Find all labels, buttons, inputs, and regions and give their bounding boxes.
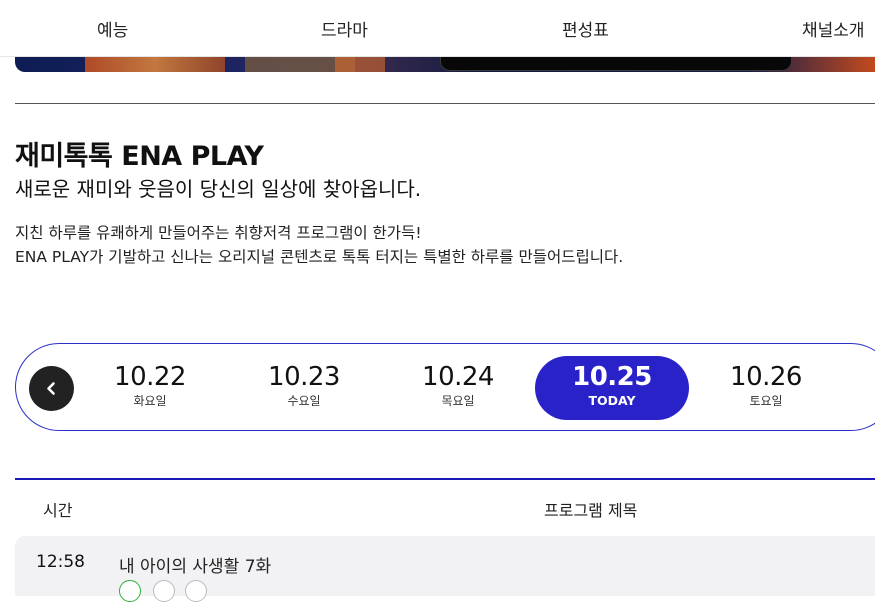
column-header-time: 시간 — [43, 501, 73, 520]
top-nav: 예능 드라마 편성표 채널소개 — [0, 0, 875, 56]
date-label: 10.26 — [730, 362, 802, 392]
channel-title: 재미톡톡 ENA PLAY — [15, 141, 264, 172]
channel-description-line-2: ENA PLAY가 기발하고 신나는 오리지널 콘텐츠로 톡톡 터지는 특별한 … — [15, 248, 624, 266]
date-label: 10.25 — [572, 362, 652, 392]
weekday-label: 목요일 — [441, 394, 475, 408]
nav-item-drama[interactable]: 드라마 — [321, 16, 368, 41]
weekday-label: 토요일 — [749, 394, 783, 408]
date-label: 10.22 — [114, 362, 186, 392]
hero-banner-image — [15, 57, 875, 72]
hd-badge-icon — [185, 580, 207, 602]
caption-badge-icon — [153, 580, 175, 602]
rating-badge-icon — [119, 580, 141, 602]
prev-date-button[interactable] — [29, 366, 74, 411]
weekday-label: 수요일 — [287, 394, 321, 408]
date-item[interactable]: 10.23 수요일 — [227, 356, 381, 420]
column-header-program: 프로그램 제목 — [544, 501, 638, 520]
date-item-today[interactable]: 10.25 TODAY — [535, 356, 689, 420]
channel-subtitle: 새로운 재미와 웃음이 당신의 일상에 찾아옵니다. — [15, 177, 422, 201]
weekday-label: 화요일 — [133, 394, 167, 408]
schedule-table-top-border — [15, 478, 875, 480]
date-label: 10.23 — [268, 362, 340, 392]
date-item[interactable]: 10.26 토요일 — [689, 356, 843, 420]
nav-item-channel-info[interactable]: 채널소개 — [802, 16, 865, 41]
date-label: 10.24 — [422, 362, 494, 392]
section-divider — [15, 103, 875, 104]
nav-item-variety[interactable]: 예능 — [97, 16, 128, 41]
program-time: 12:58 — [36, 552, 85, 572]
date-item[interactable]: 10.24 목요일 — [381, 356, 535, 420]
date-item[interactable]: 10.22 화요일 — [73, 356, 227, 420]
channel-description-line-1: 지친 하루를 유쾌하게 만들어주는 취향저격 프로그램이 한가득! — [15, 224, 422, 242]
table-row[interactable]: 12:58 내 아이의 사생활 7화 — [15, 536, 875, 602]
chevron-left-icon — [47, 382, 55, 395]
nav-item-schedule[interactable]: 편성표 — [562, 16, 609, 41]
program-title: 내 아이의 사생활 7화 — [119, 557, 272, 577]
today-label: TODAY — [588, 393, 636, 408]
